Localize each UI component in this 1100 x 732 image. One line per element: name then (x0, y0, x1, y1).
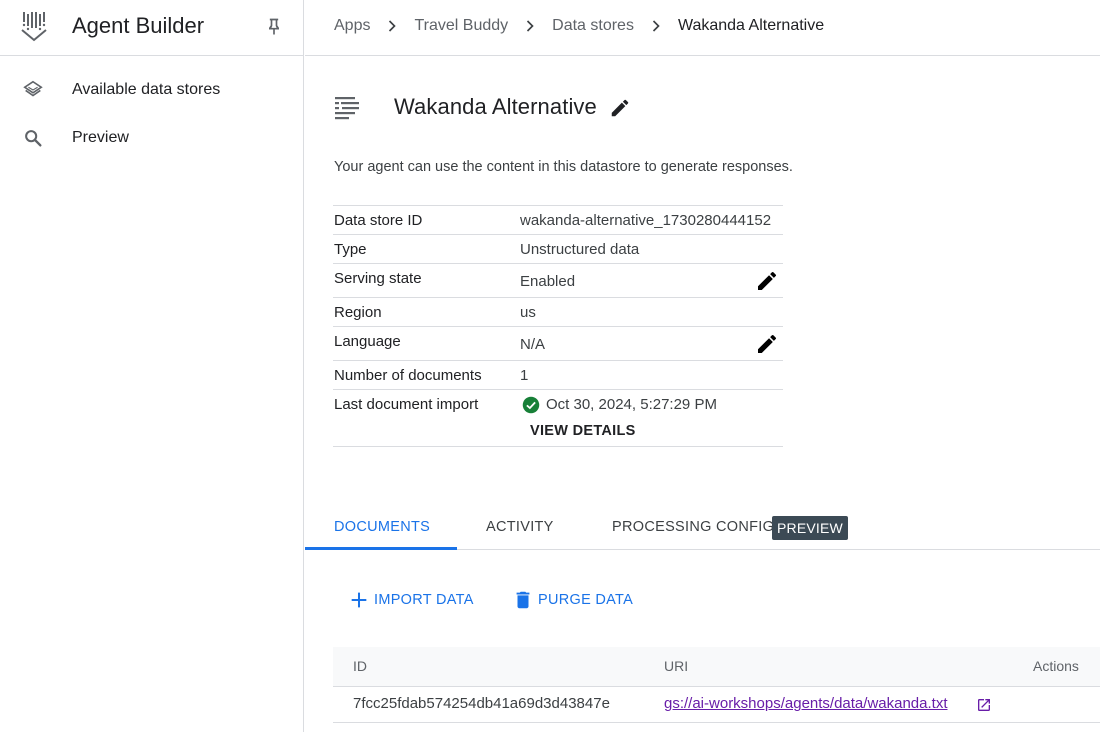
purge-data-label: PURGE DATA (538, 592, 634, 608)
page-title: Wakanda Alternative (394, 94, 597, 119)
check-circle-icon (522, 396, 540, 414)
property-label: Region (334, 304, 382, 321)
sidebar-item-label: Preview (72, 129, 129, 146)
property-value: Enabled (520, 273, 576, 290)
property-row-num-documents: Number of documents 1 (333, 360, 783, 389)
breadcrumb-travel-buddy[interactable]: Travel Buddy (414, 17, 508, 35)
property-row-id: Data store ID wakanda-alternative_173028… (333, 205, 783, 234)
app-root: Agent Builder Available data stores Prev… (0, 0, 1100, 732)
property-label: Serving state (334, 270, 422, 287)
column-header-actions: Actions (1033, 658, 1079, 674)
purge-data-button[interactable]: PURGE DATA (512, 589, 633, 611)
document-uri-link[interactable]: gs://ai-workshops/agents/data/wakanda.tx… (664, 695, 948, 712)
open-in-new-icon[interactable] (976, 697, 992, 713)
sidebar-header: Agent Builder (0, 0, 303, 56)
top-bar: Apps Travel Buddy Data stores Wakanda Al… (305, 0, 1100, 56)
edit-language-icon[interactable] (755, 332, 779, 356)
edit-serving-state-icon[interactable] (755, 269, 779, 293)
chevron-right-icon (389, 20, 397, 32)
chevron-right-icon (527, 20, 534, 32)
view-details-button[interactable]: VIEW DETAILS (530, 423, 636, 439)
sidebar-item-available-data-stores[interactable]: Available data stores (0, 68, 303, 112)
property-row-type: Type Unstructured data (333, 234, 783, 263)
property-label: Language (334, 333, 401, 350)
main-content: Wakanda Alternative Your agent can use t… (305, 57, 1100, 732)
description-text: Your agent can use the content in this d… (334, 159, 793, 175)
tab-activity[interactable]: ACTIVITY (486, 519, 554, 535)
app-title: Agent Builder (72, 13, 205, 38)
column-header-id[interactable]: ID (353, 658, 367, 674)
search-icon (25, 130, 42, 147)
trash-icon (516, 591, 530, 609)
properties-table: Data store ID wakanda-alternative_173028… (333, 205, 783, 447)
sidebar: Agent Builder Available data stores Prev… (0, 0, 304, 732)
document-id: 7fcc25fdab574254db41a69d3d43847e (353, 695, 610, 712)
pin-icon[interactable] (264, 16, 284, 38)
import-data-button[interactable]: IMPORT DATA (348, 589, 474, 611)
tab-processing-config[interactable]: PROCESSING CONFIG (612, 519, 774, 535)
property-value: 1 (520, 367, 529, 384)
property-value: Unstructured data (520, 241, 640, 258)
agent-builder-logo-icon (21, 12, 47, 42)
documents-table: ID URI Actions 7fcc25fdab574254db41a69d3… (333, 647, 1100, 723)
data-store-icon (335, 97, 359, 120)
sidebar-item-label: Available data stores (72, 81, 221, 98)
active-tab-indicator (305, 547, 457, 550)
breadcrumb-data-stores[interactable]: Data stores (552, 17, 634, 35)
property-label: Data store ID (334, 212, 423, 229)
breadcrumb: Apps Travel Buddy Data stores Wakanda Al… (334, 16, 824, 36)
property-value: wakanda-alternative_1730280444152 (520, 212, 772, 229)
edit-title-icon[interactable] (609, 97, 631, 119)
property-value: Oct 30, 2024, 5:27:29 PM (546, 396, 717, 413)
property-row-language: Language N/A (333, 326, 783, 360)
breadcrumb-apps[interactable]: Apps (334, 17, 370, 35)
property-label: Number of documents (334, 367, 482, 384)
layers-icon (23, 80, 43, 97)
property-row-last-import: Last document import Oct 30, 2024, 5:27:… (333, 389, 783, 447)
preview-badge: PREVIEW (772, 516, 848, 540)
breadcrumb-current: Wakanda Alternative (677, 17, 825, 34)
plus-icon (351, 592, 367, 608)
import-data-label: IMPORT DATA (374, 592, 474, 608)
property-label: Last document import (334, 396, 479, 413)
sidebar-item-preview[interactable]: Preview (0, 116, 303, 160)
property-row-region: Region us (333, 297, 783, 326)
property-label: Type (334, 241, 367, 258)
tab-documents[interactable]: DOCUMENTS (334, 519, 430, 535)
table-row: 7fcc25fdab574254db41a69d3d43847e gs://ai… (333, 687, 1100, 723)
property-row-serving-state: Serving state Enabled (333, 263, 783, 297)
chevron-right-icon (652, 20, 660, 32)
property-value: N/A (520, 336, 546, 353)
tab-bar: DOCUMENTS ACTIVITY PROCESSING CONFIG (305, 507, 1100, 550)
property-value: us (520, 304, 536, 321)
table-header: ID URI Actions (333, 647, 1100, 687)
column-header-uri[interactable]: URI (664, 658, 688, 674)
